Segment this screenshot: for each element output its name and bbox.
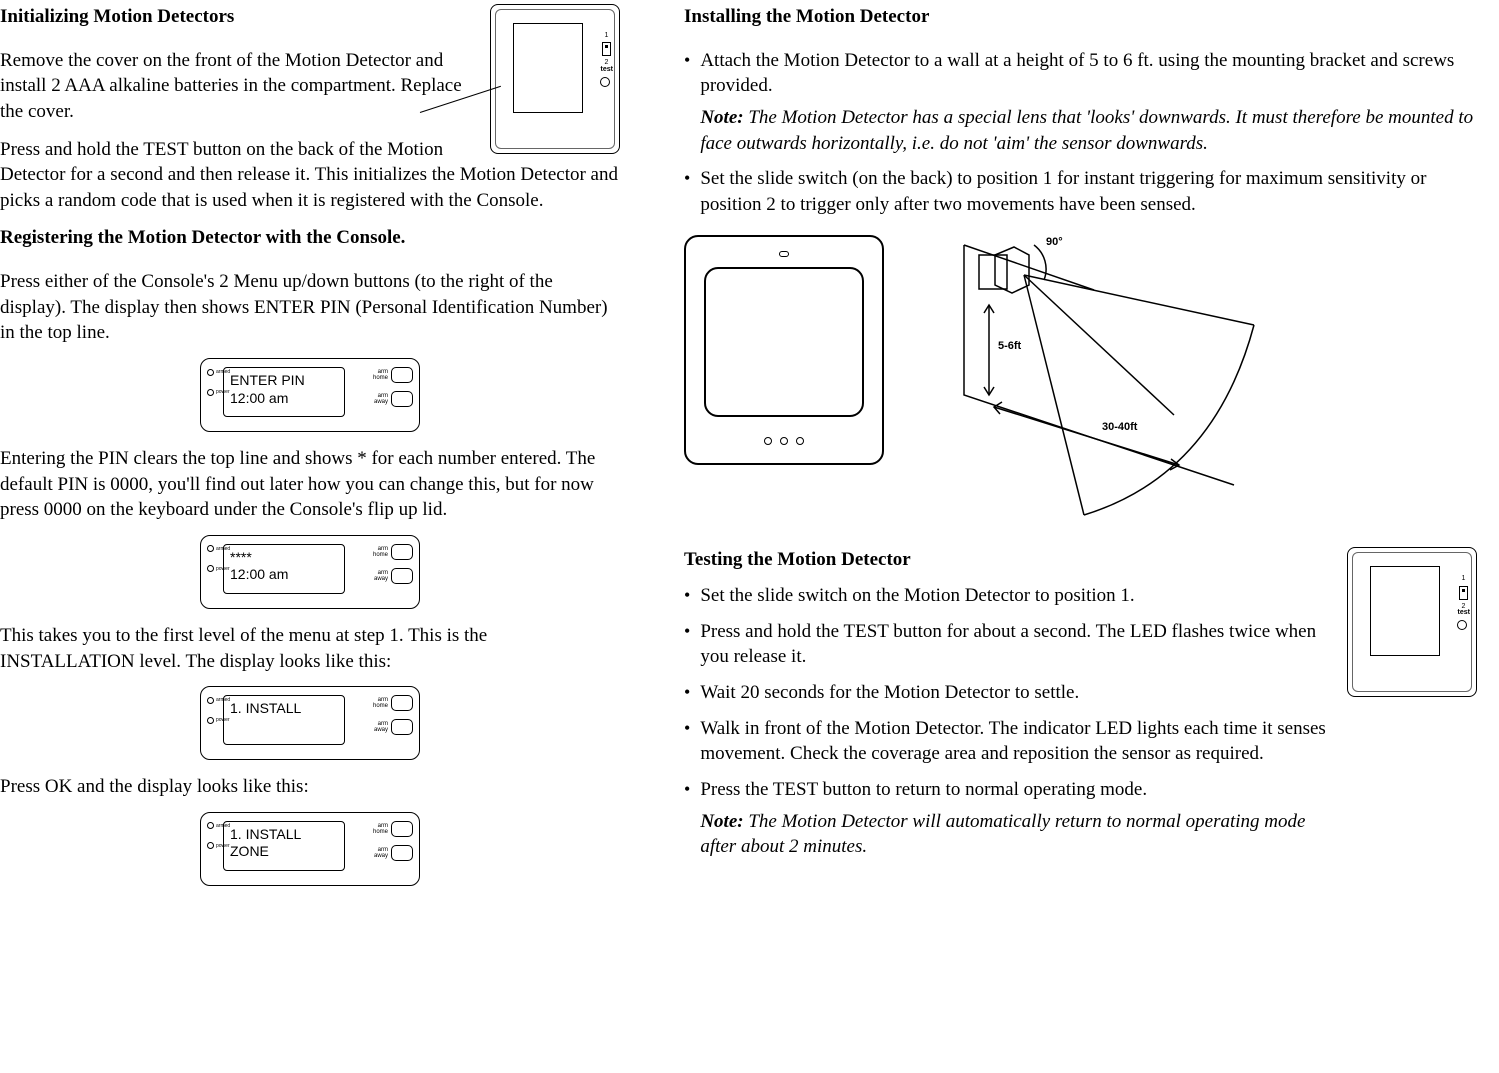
para-reg-2: Entering the PIN clears the top line and… <box>0 446 620 523</box>
para-reg-1: Press either of the Console's 2 Menu up/… <box>0 269 620 346</box>
heading-installing: Installing the Motion Detector <box>684 4 1487 30</box>
para-reg-3: This takes you to the first level of the… <box>0 623 620 674</box>
install-bullet-1: Attach the Motion Detector to a wall at … <box>684 48 1487 157</box>
detector-front-diagram <box>684 235 884 465</box>
coverage-range-label: 30-40ft <box>1102 420 1137 435</box>
install-bullet-2: Set the slide switch (on the back) to po… <box>684 166 1487 217</box>
heading-registering: Registering the Motion Detector with the… <box>0 225 620 251</box>
test-bullet-3: Wait 20 seconds for the Motion Detector … <box>684 680 1329 706</box>
console-diagram-2: armed power **** 12:00 am armhome armawa… <box>0 535 620 609</box>
coverage-height-label: 5-6ft <box>998 339 1021 354</box>
slide-switch-icon: 1 2 <box>1459 574 1468 611</box>
slide-switch-icon: 1 2 <box>602 31 611 68</box>
detector-led-icon <box>779 251 789 257</box>
test-bullet-2: Press and hold the TEST button for about… <box>684 619 1329 670</box>
coverage-angle-label: 90° <box>1046 235 1063 250</box>
install-note-1: Note: The Motion Detector has a special … <box>700 105 1487 156</box>
console-diagram-4: armed power 1. INSTALL ZONE armhome arma… <box>0 812 620 886</box>
heading-testing: Testing the Motion Detector <box>684 547 1329 573</box>
coverage-diagram: 90° 5-6ft 30-40ft <box>934 235 1264 525</box>
para-reg-4: Press OK and the display looks like this… <box>0 774 620 800</box>
detector-lens-icon <box>704 267 864 417</box>
test-label: test <box>601 65 613 74</box>
arm-away-button-icon <box>391 391 413 407</box>
test-bullet-4: Walk in front of the Motion Detector. Th… <box>684 716 1329 767</box>
test-bullet-1: Set the slide switch on the Motion Detec… <box>684 583 1329 609</box>
console-diagram-3: armed power 1. INSTALL armhome armaway <box>0 686 620 760</box>
detector-back-diagram-test: 1 2 test <box>1347 547 1477 697</box>
test-note: Note: The Motion Detector will automatic… <box>700 809 1329 860</box>
console-lcd: ENTER PIN 12:00 am <box>223 367 345 417</box>
test-bullet-5: Press the TEST button to return to norma… <box>684 777 1329 860</box>
console-diagram-1: armed power ENTER PIN 12:00 am armhome a… <box>0 358 620 432</box>
test-button-icon <box>600 77 610 87</box>
detector-back-diagram-top: 1 2 test <box>490 4 620 154</box>
arm-home-button-icon <box>391 367 413 383</box>
